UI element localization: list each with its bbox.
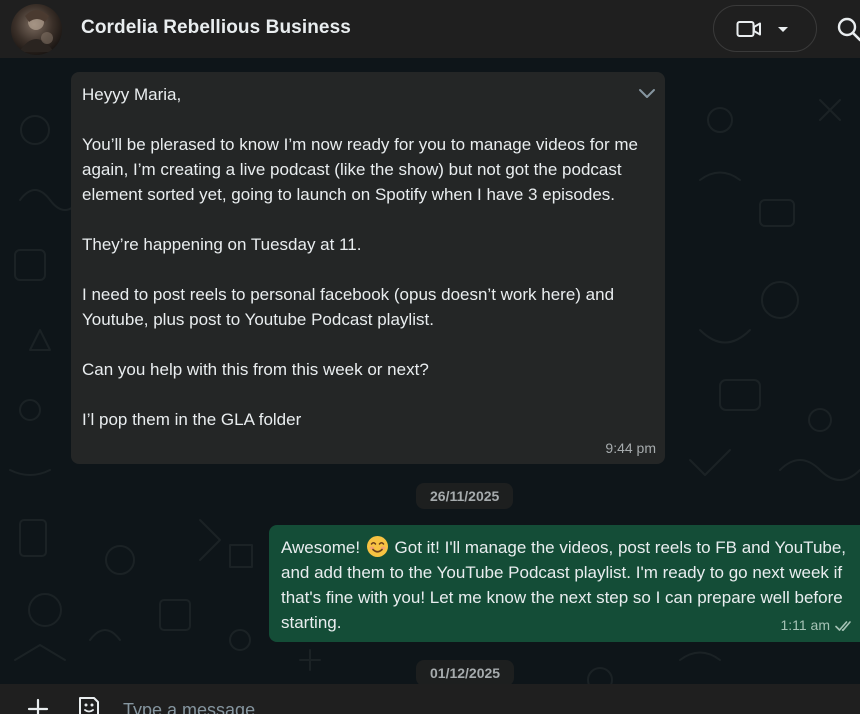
chevron-down-icon[interactable] (776, 22, 790, 36)
message-paragraph: I need to post reels to personal faceboo… (82, 285, 615, 329)
contact-name[interactable]: Cordelia Rebellious Business (81, 17, 351, 39)
message-meta: 1:11 am (780, 613, 855, 638)
message-paragraph: You’ll be plerased to know I’m now ready… (82, 135, 638, 204)
outgoing-message[interactable]: Awesome! Got it! I'll manage the videos,… (269, 525, 860, 642)
message-input[interactable] (121, 696, 721, 714)
smiling-face-icon (366, 536, 388, 557)
chat-header: Cordelia Rebellious Business (0, 0, 860, 58)
message-time: 1:11 am (780, 617, 830, 633)
date-separator: 26/11/2025 (416, 483, 514, 509)
message-paragraph: Heyyy Maria, (82, 85, 182, 104)
incoming-message[interactable]: Heyyy Maria, You’ll be plerased to know … (71, 72, 665, 464)
double-check-icon (835, 620, 851, 631)
sticker-icon[interactable] (76, 694, 102, 714)
message-paragraph: I’l pop them in the GLA folder (82, 410, 302, 429)
video-call-button[interactable] (713, 5, 817, 52)
date-separator: 01/12/2025 (416, 660, 515, 686)
message-paragraph: They’re happening on Tuesday at 11. (82, 235, 362, 254)
message-paragraph: Can you help with this from this week or… (82, 360, 429, 379)
video-call-icon (736, 21, 761, 37)
message-text: Awesome! (281, 538, 361, 557)
message-menu-chevron-icon[interactable] (637, 85, 657, 101)
search-icon[interactable] (836, 16, 860, 42)
message-time: 9:44 pm (605, 440, 656, 456)
attach-plus-icon[interactable] (27, 698, 49, 714)
avatar-image (19, 10, 54, 52)
chat-window: Cordelia Rebellious Business Heyyy Maria… (0, 0, 860, 714)
message-composer (0, 684, 860, 714)
avatar[interactable] (11, 4, 62, 55)
